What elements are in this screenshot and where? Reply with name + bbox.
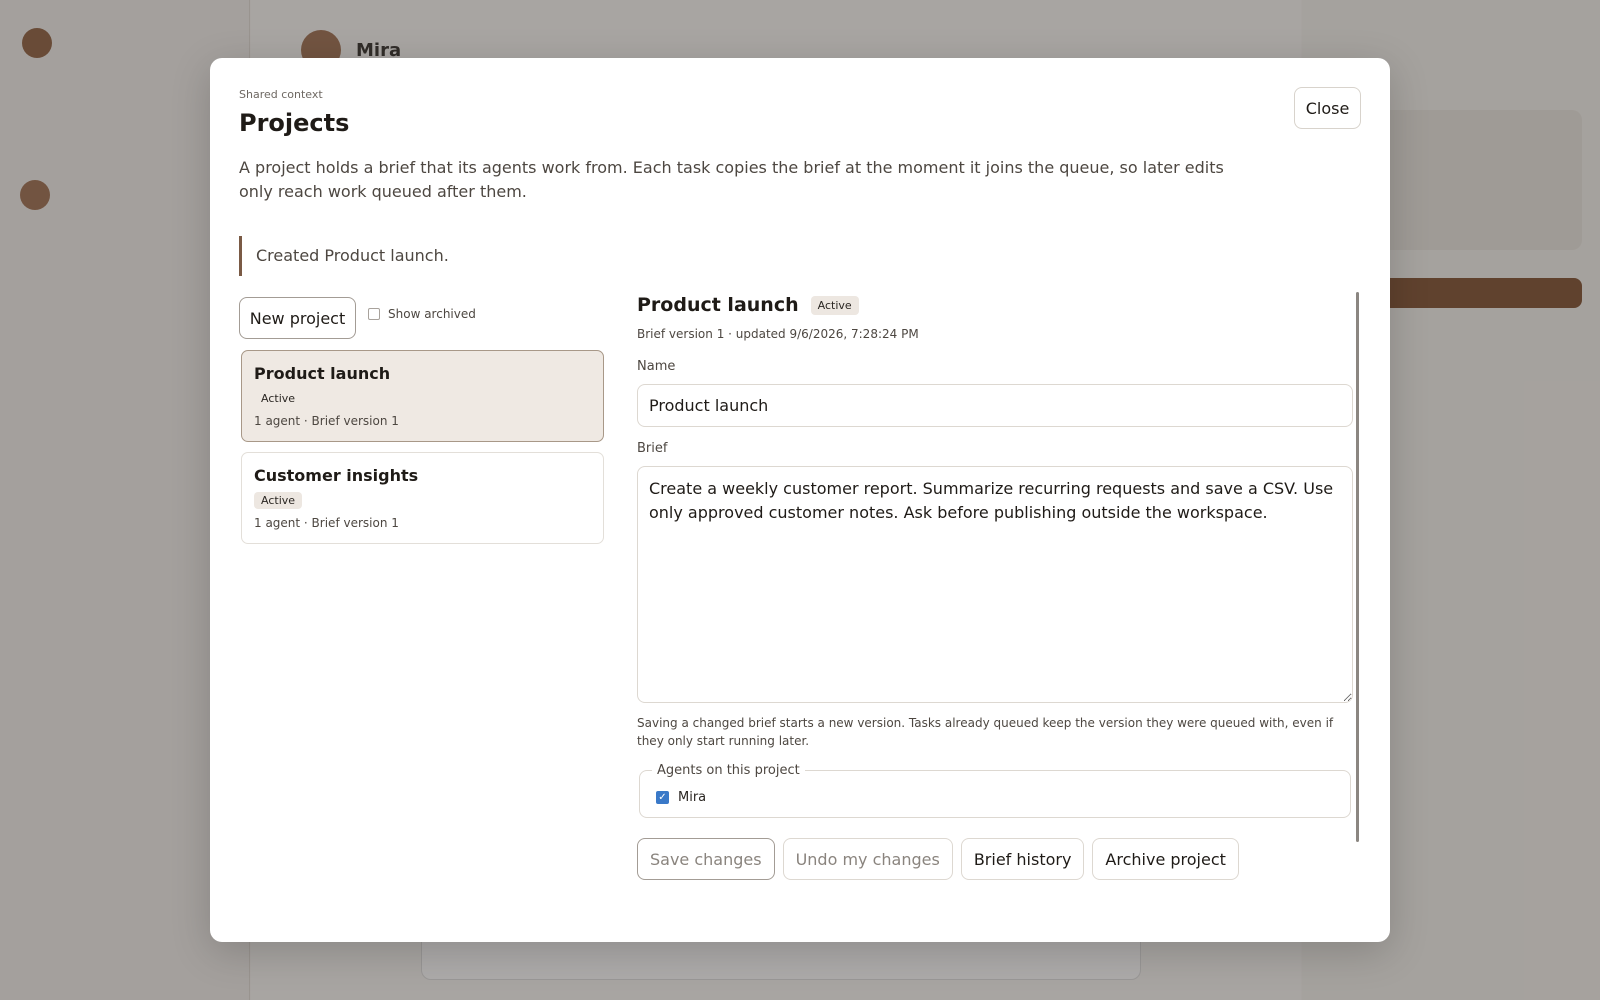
agent-option-mira[interactable]: ✓ Mira: [656, 790, 706, 805]
undo-changes-button[interactable]: Undo my changes: [782, 838, 953, 880]
projects-modal: Shared context Projects Close A project …: [210, 58, 1390, 942]
project-name: Customer insights: [254, 466, 419, 485]
agent-checkbox[interactable]: ✓: [656, 791, 669, 804]
name-label: Name: [637, 359, 676, 374]
project-meta: 1 agent · Brief version 1: [254, 516, 399, 530]
status-notice: Created Product launch.: [239, 236, 699, 276]
project-name-input[interactable]: [637, 384, 1353, 427]
detail-status-badge: Active: [810, 295, 859, 315]
detail-title: Product launch: [637, 294, 799, 316]
modal-title: Projects: [239, 109, 350, 137]
project-meta: 1 agent · Brief version 1: [254, 414, 399, 428]
detail-meta: Brief version 1 · updated 9/6/2026, 7:28…: [637, 327, 919, 341]
status-badge: Active: [261, 392, 296, 405]
status-badge: Active: [254, 492, 303, 509]
brief-history-button[interactable]: Brief history: [960, 838, 1085, 880]
detail-scrollbar[interactable]: [1356, 292, 1359, 842]
project-card-product-launch[interactable]: Product launch Active 1 agent · Brief ve…: [241, 350, 604, 442]
modal-eyebrow: Shared context: [239, 88, 323, 101]
show-archived-toggle[interactable]: Show archived: [368, 307, 476, 321]
brief-label: Brief: [637, 441, 668, 456]
close-button[interactable]: Close: [1294, 87, 1361, 129]
new-project-button[interactable]: New project: [239, 297, 356, 339]
show-archived-label: Show archived: [388, 307, 476, 321]
brief-hint: Saving a changed brief starts a new vers…: [637, 716, 1334, 748]
save-changes-button[interactable]: Save changes: [637, 838, 775, 880]
project-card-customer-insights[interactable]: Customer insights Active 1 agent · Brief…: [241, 452, 604, 544]
archive-project-button[interactable]: Archive project: [1092, 838, 1239, 880]
detail-header: Product launch Active: [637, 294, 1343, 316]
detail-actions: Save changes Undo my changes Brief histo…: [637, 838, 1239, 880]
agent-name: Mira: [678, 790, 707, 805]
show-archived-checkbox[interactable]: [368, 308, 380, 320]
agents-legend: Agents on this project: [652, 763, 805, 778]
project-detail: Product launch Active Brief version 1 · …: [637, 294, 1353, 880]
modal-intro: A project holds a brief that its agents …: [239, 158, 1224, 201]
agents-fieldset: Agents on this project ✓ Mira: [639, 763, 1351, 818]
project-name: Product launch: [254, 364, 391, 383]
brief-textarea[interactable]: Create a weekly customer report. Summari…: [637, 466, 1353, 703]
